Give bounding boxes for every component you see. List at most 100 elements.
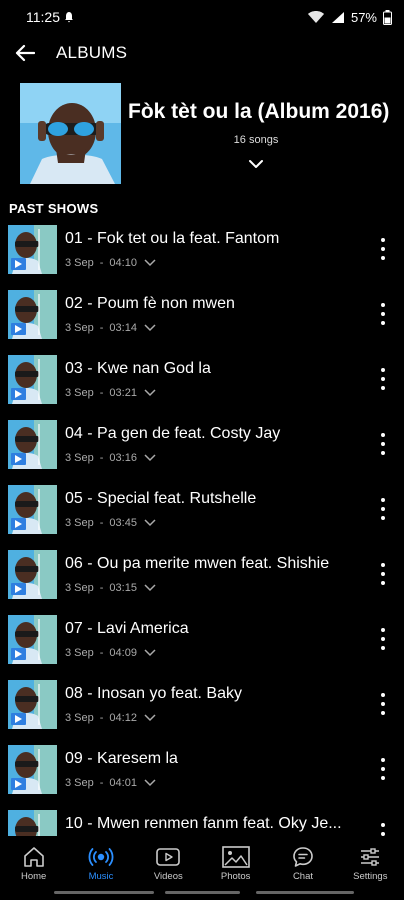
chat-icon <box>293 847 313 867</box>
track-title: 06 - Ou pa merite mwen feat. Shishie <box>65 555 330 572</box>
track-thumbnail[interactable] <box>8 810 57 836</box>
track-title: 05 - Special feat. Rutshelle <box>65 490 257 507</box>
track-date: 3 Sep <box>65 647 94 659</box>
track-thumbnail[interactable] <box>8 485 57 534</box>
video-icon <box>156 848 181 866</box>
track-duration: 04:12 <box>109 712 137 724</box>
nav-label-home: Home <box>20 871 47 882</box>
home-icon <box>23 847 44 867</box>
track-date: 3 Sep <box>65 712 94 724</box>
more-options-button[interactable] <box>380 693 386 715</box>
list-item[interactable]: 04 - Pa gen de feat. Costy Jay 3 Sep - 0… <box>0 415 404 480</box>
more-options-button[interactable] <box>380 433 386 455</box>
chevron-down-icon[interactable] <box>143 388 157 398</box>
top-app-bar: ALBUMS <box>0 34 404 72</box>
chevron-down-icon[interactable] <box>143 258 157 268</box>
track-duration: 04:09 <box>109 647 137 659</box>
track-thumbnail[interactable] <box>8 680 57 729</box>
track-duration: 04:01 <box>109 777 137 789</box>
track-duration: 03:16 <box>109 452 137 464</box>
track-meta: 3 Sep - 03:14 <box>65 322 157 334</box>
chevron-down-icon[interactable] <box>143 583 157 593</box>
track-duration: 03:21 <box>109 387 137 399</box>
chevron-down-icon[interactable] <box>143 323 157 333</box>
chevron-down-icon[interactable] <box>143 713 157 723</box>
more-options-button[interactable] <box>380 758 386 780</box>
gesture-indicator <box>165 891 240 894</box>
chevron-down-icon[interactable] <box>143 453 157 463</box>
meta-separator: - <box>99 582 104 594</box>
broadcast-icon <box>88 848 114 866</box>
track-duration: 04:10 <box>109 257 137 269</box>
play-icon <box>11 453 26 465</box>
arrow-left-icon <box>15 44 35 62</box>
more-options-button[interactable] <box>380 563 386 585</box>
track-thumbnail[interactable] <box>8 420 57 469</box>
track-meta: 3 Sep - 03:16 <box>65 452 157 464</box>
more-options-button[interactable] <box>380 823 386 836</box>
track-title: 07 - Lavi America <box>65 620 189 637</box>
back-button[interactable] <box>12 40 38 66</box>
track-meta: 3 Sep - 04:12 <box>65 712 157 724</box>
track-date: 3 Sep <box>65 582 94 594</box>
play-icon <box>11 583 26 595</box>
more-options-button[interactable] <box>380 238 386 260</box>
more-options-button[interactable] <box>380 628 386 650</box>
chevron-down-icon[interactable] <box>143 778 157 788</box>
list-item[interactable]: 07 - Lavi America 3 Sep - 04:09 <box>0 610 404 675</box>
signal-icon <box>331 11 344 23</box>
list-item[interactable]: 02 - Poum fè non mwen 3 Sep - 03:14 <box>0 285 404 350</box>
list-item[interactable]: 03 - Kwe nan God la 3 Sep - 03:21 <box>0 350 404 415</box>
list-item[interactable]: 01 - Fok tet ou la feat. Fantom 3 Sep - … <box>0 220 404 285</box>
track-title: 10 - Mwen renmen fanm feat. Oky Je... <box>65 815 342 832</box>
nav-label-settings: Settings <box>353 871 388 882</box>
track-date: 3 Sep <box>65 322 94 334</box>
chevron-down-icon <box>249 160 263 168</box>
list-item[interactable]: 09 - Karesem la 3 Sep - 04:01 <box>0 740 404 805</box>
track-title: 08 - Inosan yo feat. Baky <box>65 685 242 702</box>
battery-percent: 57% <box>350 9 377 25</box>
nav-label-photos: Photos <box>220 871 251 882</box>
list-item[interactable]: 10 - Mwen renmen fanm feat. Oky Je... <box>0 805 404 836</box>
more-options-button[interactable] <box>380 498 386 520</box>
track-meta: 3 Sep - 03:21 <box>65 387 157 399</box>
track-date: 3 Sep <box>65 452 94 464</box>
more-options-button[interactable] <box>380 368 386 390</box>
chevron-down-icon[interactable] <box>143 648 157 658</box>
meta-separator: - <box>99 387 104 399</box>
page-title: ALBUMS <box>56 43 128 62</box>
track-date: 3 Sep <box>65 257 94 269</box>
album-expand-button[interactable] <box>246 156 266 172</box>
track-date: 3 Sep <box>65 387 94 399</box>
meta-separator: - <box>99 517 104 529</box>
track-date: 3 Sep <box>65 517 94 529</box>
play-icon <box>11 258 26 270</box>
list-item[interactable]: 06 - Ou pa merite mwen feat. Shishie 3 S… <box>0 545 404 610</box>
image-icon <box>221 846 250 868</box>
track-thumbnail[interactable] <box>8 225 57 274</box>
status-bar: 11:25 57% <box>0 0 404 34</box>
wifi-icon <box>307 11 324 23</box>
chevron-down-icon[interactable] <box>143 518 157 528</box>
list-item[interactable]: 08 - Inosan yo feat. Baky 3 Sep - 04:12 <box>0 675 404 740</box>
track-thumbnail[interactable] <box>8 615 57 664</box>
gesture-indicator <box>256 891 354 894</box>
notification-icon <box>65 12 73 23</box>
track-thumbnail[interactable] <box>8 745 57 794</box>
track-duration: 03:15 <box>109 582 137 594</box>
track-list[interactable]: 01 - Fok tet ou la feat. Fantom 3 Sep - … <box>0 220 404 836</box>
battery-icon <box>383 9 392 25</box>
list-item[interactable]: 05 - Special feat. Rutshelle 3 Sep - 03:… <box>0 480 404 545</box>
more-options-button[interactable] <box>380 303 386 325</box>
meta-separator: - <box>99 712 104 724</box>
section-heading: PAST SHOWS <box>9 201 99 216</box>
track-thumbnail[interactable] <box>8 550 57 599</box>
track-meta: 3 Sep - 04:09 <box>65 647 157 659</box>
play-icon <box>11 518 26 530</box>
sliders-icon <box>361 848 380 866</box>
track-thumbnail[interactable] <box>8 355 57 404</box>
track-date: 3 Sep <box>65 777 94 789</box>
album-cover <box>20 83 121 184</box>
track-thumbnail[interactable] <box>8 290 57 339</box>
track-meta: 3 Sep - 03:15 <box>65 582 157 594</box>
